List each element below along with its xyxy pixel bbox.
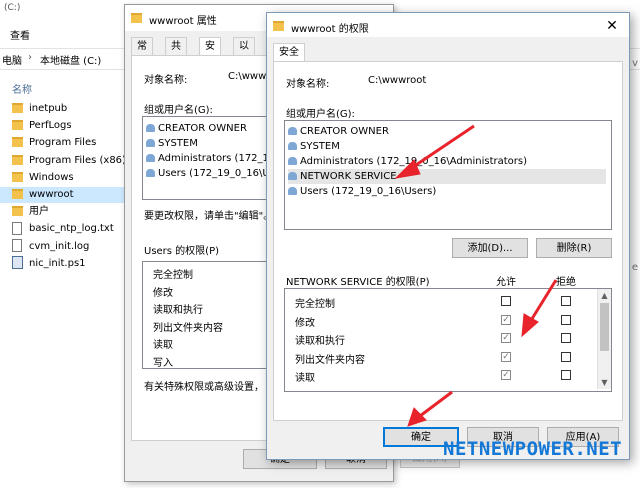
annotation-arrows (394, 124, 558, 427)
watermark-logo: NETNEWPOWER.NET (443, 438, 623, 460)
arrow-to-allow-checkboxes-icon (521, 279, 558, 338)
arrow-to-ok-button-icon (407, 390, 453, 427)
arrow-to-network-service-icon (394, 124, 475, 179)
